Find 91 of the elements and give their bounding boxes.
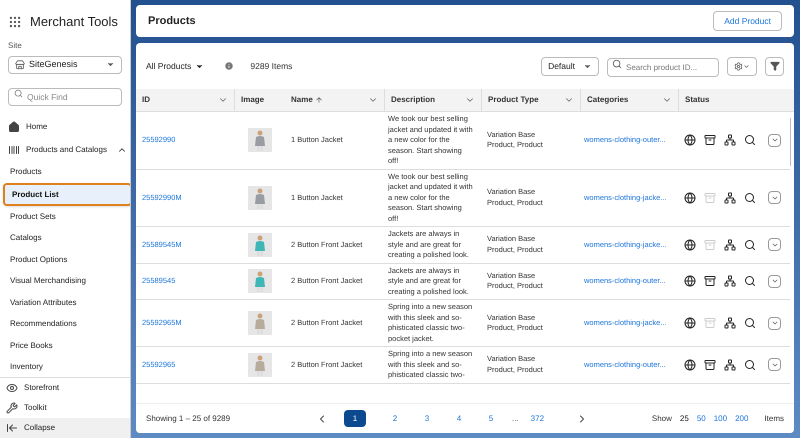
row-actions-button[interactable] bbox=[768, 274, 781, 288]
collapse-icon bbox=[6, 422, 18, 434]
nav-subitem[interactable]: Product Sets bbox=[0, 206, 130, 228]
quick-find-field[interactable]: Quick Find bbox=[8, 88, 122, 106]
nav-subitem[interactable]: Visual Merchandising bbox=[0, 270, 130, 292]
app-launcher-icon[interactable] bbox=[8, 14, 22, 29]
hierarchy-icon[interactable] bbox=[724, 275, 736, 288]
hierarchy-icon[interactable] bbox=[724, 192, 736, 204]
globe-icon[interactable] bbox=[684, 192, 696, 204]
hierarchy-icon[interactable] bbox=[724, 134, 736, 146]
search-icon bbox=[612, 59, 622, 69]
column-header[interactable]: Categories bbox=[587, 94, 628, 106]
view-selector[interactable]: All Products bbox=[146, 60, 204, 72]
globe-icon[interactable] bbox=[684, 275, 696, 288]
nav-item[interactable]: Toolkit bbox=[0, 398, 130, 418]
caret-icon bbox=[743, 62, 750, 70]
search-icon[interactable] bbox=[744, 238, 756, 251]
row-actions-button[interactable] bbox=[768, 191, 781, 204]
page-button[interactable]: 4 bbox=[448, 410, 470, 427]
nav-subitem[interactable]: Product List bbox=[3, 183, 130, 206]
caret-icon bbox=[770, 319, 778, 327]
hierarchy-icon[interactable] bbox=[724, 358, 736, 371]
filter-button[interactable] bbox=[765, 56, 784, 76]
page-button[interactable]: 372 bbox=[530, 412, 544, 424]
home-icon bbox=[8, 121, 20, 133]
add-product-button[interactable]: Add Product bbox=[713, 11, 782, 31]
column-header[interactable]: Product Type bbox=[488, 94, 539, 106]
page-size-option[interactable]: 100 bbox=[714, 412, 728, 424]
page-size-option[interactable]: 200 bbox=[735, 412, 748, 424]
search-icon[interactable] bbox=[744, 317, 756, 329]
globe-icon[interactable] bbox=[684, 238, 696, 251]
nav-subitem[interactable]: Variation Attributes bbox=[0, 292, 130, 314]
column-header[interactable]: ID bbox=[142, 94, 150, 106]
dropdown-icon bbox=[106, 60, 115, 69]
item-count: 9289 Items bbox=[250, 60, 292, 72]
app-title: Merchant Tools bbox=[30, 13, 118, 31]
wrench-icon bbox=[6, 402, 18, 414]
page-button[interactable]: 5 bbox=[480, 410, 502, 427]
scrollbar[interactable] bbox=[790, 118, 791, 166]
search-icon[interactable] bbox=[744, 275, 756, 288]
column-header[interactable]: Name bbox=[291, 94, 313, 106]
store-icon bbox=[15, 60, 25, 70]
eye-icon bbox=[6, 382, 18, 394]
page-button[interactable]: 2 bbox=[384, 410, 406, 427]
sort-ascending-icon[interactable] bbox=[314, 96, 323, 104]
archive-icon[interactable] bbox=[704, 134, 716, 146]
nav-subitem[interactable]: Recommendations bbox=[0, 314, 130, 335]
show-label: Show bbox=[652, 412, 672, 424]
search-icon[interactable] bbox=[744, 358, 756, 371]
hierarchy-icon[interactable] bbox=[724, 317, 736, 329]
page-title: Products bbox=[148, 14, 196, 29]
page-button[interactable]: 3 bbox=[416, 410, 438, 427]
archive-icon[interactable] bbox=[704, 275, 716, 288]
search-icon[interactable] bbox=[744, 134, 756, 146]
product-search-field[interactable]: Search product ID... bbox=[607, 58, 719, 77]
globe-icon[interactable] bbox=[684, 358, 696, 371]
nav-subitem[interactable]: Products bbox=[0, 162, 130, 183]
globe-icon[interactable] bbox=[684, 317, 696, 329]
barcode-icon bbox=[8, 144, 20, 156]
settings-icon bbox=[734, 62, 743, 70]
site-label: Site bbox=[7, 40, 23, 52]
nav-item[interactable]: Home bbox=[0, 116, 130, 138]
page-size-option[interactable]: 50 bbox=[696, 412, 706, 424]
nav-item[interactable]: Products and Catalogs bbox=[0, 138, 130, 162]
nav-subitem[interactable]: Inventory bbox=[0, 356, 130, 377]
info-icon[interactable] bbox=[224, 61, 234, 71]
nav-item[interactable]: Storefront bbox=[0, 378, 130, 398]
site-select[interactable]: SiteGenesis bbox=[8, 56, 122, 74]
search-icon bbox=[14, 88, 23, 98]
column-header[interactable]: Image bbox=[241, 94, 264, 106]
search-icon[interactable] bbox=[744, 192, 756, 204]
globe-icon[interactable] bbox=[684, 134, 696, 146]
nav-subitem[interactable]: Price Books bbox=[0, 335, 130, 356]
sort-select[interactable]: Default bbox=[541, 56, 599, 76]
settings-button[interactable] bbox=[727, 56, 757, 76]
row-actions-button[interactable] bbox=[768, 238, 781, 252]
row-actions-button[interactable] bbox=[768, 134, 781, 147]
page-size-option[interactable]: 25 bbox=[680, 412, 689, 424]
column-header[interactable]: Description bbox=[391, 94, 436, 106]
row-actions-button[interactable] bbox=[768, 316, 781, 330]
filter-icon bbox=[770, 61, 780, 71]
nav-subitem[interactable]: Catalogs bbox=[0, 228, 130, 249]
showing-count: Showing 1 – 25 of 9289 bbox=[146, 412, 232, 424]
page-button[interactable]: 1 bbox=[344, 410, 366, 427]
items-label: Items bbox=[764, 412, 784, 424]
archive-icon[interactable] bbox=[704, 358, 716, 371]
hierarchy-icon[interactable] bbox=[724, 238, 736, 251]
column-header[interactable]: Status bbox=[685, 94, 710, 106]
ellipsis: ... bbox=[512, 412, 519, 424]
row-actions-button[interactable] bbox=[768, 358, 781, 372]
nav-subitem[interactable]: Product Options bbox=[0, 249, 130, 270]
